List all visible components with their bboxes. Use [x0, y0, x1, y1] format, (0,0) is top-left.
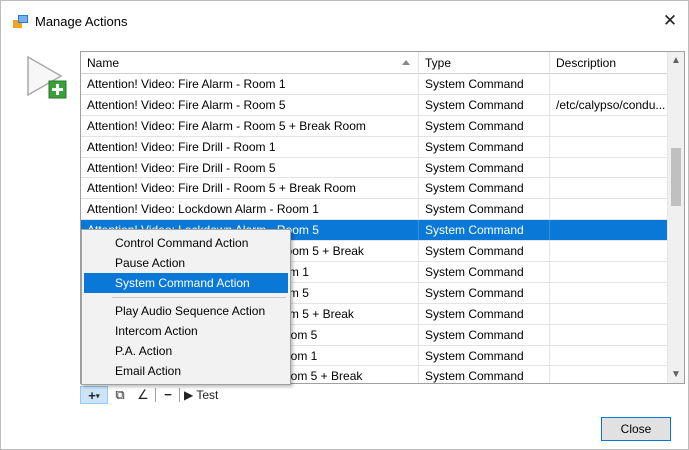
cell-type: System Command [419, 241, 550, 262]
table-row[interactable]: Attention! Video: Fire Drill - Room 5 Sys… [81, 157, 669, 179]
vertical-scrollbar[interactable]: ▲ ▼ [667, 52, 684, 383]
dropdown-caret-icon: ▾ [95, 391, 100, 401]
remove-action-button[interactable]: − [160, 386, 176, 404]
edit-icon: ∠ [137, 387, 149, 402]
add-action-dropdown-button[interactable]: +▾ [80, 386, 108, 404]
cell-description [550, 325, 669, 345]
cell-description [550, 74, 669, 94]
cell-type: System Command [419, 94, 550, 115]
cell-name: Attention! Video: Fire Alarm - Room 5 + … [81, 115, 419, 136]
cell-name: Attention! Video: Fire Drill - Room 5 [81, 157, 419, 178]
actions-toolbar: +▾ ⧉ ∠ − ▶ Test [80, 385, 330, 405]
table-row[interactable]: Attention! Video: Fire Drill - Room 5 + … [81, 178, 669, 200]
table-row[interactable]: Attention! Video: Fire Alarm - Room 5 Sys… [81, 94, 669, 116]
table-row[interactable]: Attention! Video: Fire Alarm - Room 1 Sys… [81, 74, 669, 95]
menu-item-play-audio-sequence-action[interactable]: Play Audio Sequence Action [84, 301, 288, 321]
cell-description [550, 241, 669, 261]
cell-description [550, 137, 669, 157]
title-bar: Manage Actions ✕ [1, 1, 688, 41]
column-header-name-label: Name [87, 56, 120, 70]
window-title: Manage Actions [35, 14, 128, 29]
column-header-description[interactable]: Description [550, 52, 669, 74]
column-header-name[interactable]: Name [81, 52, 419, 74]
window-app-icon [13, 15, 28, 28]
menu-separator [112, 297, 286, 298]
add-action-menu: Control Command Action Pause Action Syst… [81, 229, 291, 385]
cell-description [550, 262, 669, 282]
cell-type: System Command [419, 345, 550, 366]
add-icon: + [88, 388, 96, 403]
toolbar-separator [179, 388, 180, 402]
cell-type: System Command [419, 220, 550, 241]
cell-type: System Command [419, 366, 550, 383]
cell-type: System Command [419, 157, 550, 178]
cell-type: System Command [419, 199, 550, 220]
cell-description [550, 304, 669, 324]
cell-name: Attention! Video: Fire Alarm - Room 1 [81, 74, 419, 94]
toolbar-separator [155, 388, 156, 402]
cell-type: System Command [419, 303, 550, 324]
scroll-thumb[interactable] [671, 148, 681, 206]
menu-item-email-action[interactable]: Email Action [84, 361, 288, 381]
cell-type: System Command [419, 136, 550, 157]
test-action-button[interactable]: ▶ Test [184, 386, 234, 404]
copy-icon: ⧉ [115, 387, 125, 402]
scroll-up-icon[interactable]: ▲ [668, 52, 684, 69]
table-row[interactable]: Attention! Video: Lockdown Alarm - Room … [81, 199, 669, 221]
close-button[interactable]: Close [601, 417, 671, 441]
menu-item-control-command-action[interactable]: Control Command Action [84, 233, 288, 253]
cell-name: Attention! Video: Fire Drill - Room 1 [81, 136, 419, 157]
cell-type: System Command [419, 74, 550, 94]
play-add-icon [27, 55, 67, 99]
table-row[interactable]: Attention! Video: Fire Drill - Room 1 Sys… [81, 136, 669, 158]
window-close-icon[interactable]: ✕ [660, 11, 680, 31]
cell-description: /etc/calypso/condu... [556, 97, 666, 112]
scroll-down-icon[interactable]: ▼ [668, 366, 684, 383]
cell-description [550, 220, 669, 240]
cell-type: System Command [419, 178, 550, 199]
table-row[interactable]: Attention! Video: Fire Alarm - Room 5 + … [81, 115, 669, 137]
cell-type: System Command [419, 282, 550, 303]
menu-item-pause-action[interactable]: Pause Action [84, 253, 288, 273]
copy-action-button[interactable]: ⧉ [111, 386, 129, 404]
cell-description [550, 283, 669, 303]
cell-type: System Command [419, 115, 550, 136]
cell-description [550, 158, 669, 178]
cell-name: Attention! Video: Fire Drill - Room 5 + … [81, 178, 419, 199]
menu-item-system-command-action[interactable]: System Command Action [84, 273, 288, 293]
cell-type: System Command [419, 262, 550, 282]
cell-name: Attention! Video: Lockdown Alarm - Room … [81, 199, 419, 220]
cell-name: Attention! Video: Fire Alarm - Room 5 [81, 94, 419, 115]
cell-type: System Command [419, 324, 550, 345]
cell-description [550, 199, 669, 219]
cell-description [550, 178, 669, 198]
cell-description [550, 116, 669, 136]
menu-item-intercom-action[interactable]: Intercom Action [84, 321, 288, 341]
manage-actions-window: Manage Actions ✕ Name Type Description A… [0, 0, 689, 450]
grid-header: Name Type Description [81, 52, 669, 74]
menu-item-pa-action[interactable]: P.A. Action [84, 341, 288, 361]
cell-description [550, 346, 669, 366]
cell-description [550, 366, 669, 383]
sort-ascending-icon [402, 60, 410, 65]
edit-action-button[interactable]: ∠ [134, 386, 152, 404]
column-header-type[interactable]: Type [419, 52, 550, 74]
